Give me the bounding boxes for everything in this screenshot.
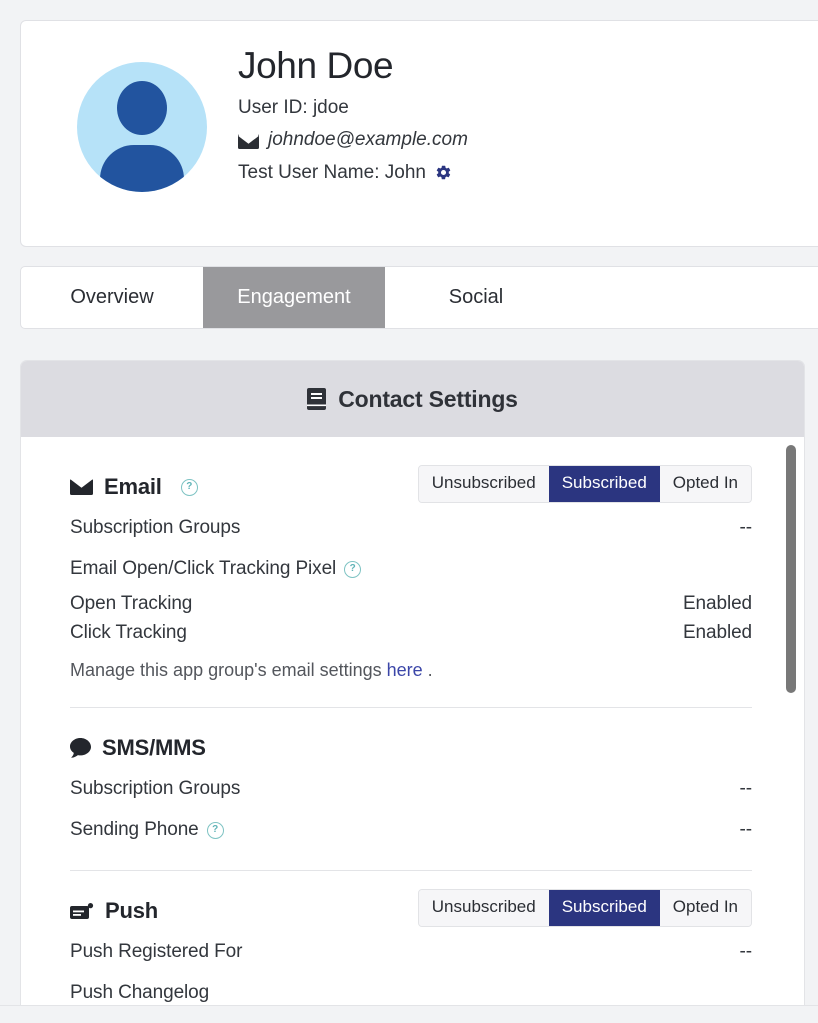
question-mark-icon[interactable]: ? (180, 478, 198, 496)
tab-social[interactable]: Social (385, 267, 567, 328)
open-tracking-value: Enabled (682, 593, 752, 614)
push-subscription-segmented-control: Unsubscribed Subscribed Opted In (417, 889, 752, 927)
section-email-label: Email (104, 474, 162, 499)
page-title: John Doe (238, 45, 394, 86)
avatar-body (100, 145, 184, 192)
section-sms-label: SMS/MMS (102, 735, 206, 760)
table-row: Push Changelog (70, 972, 752, 1005)
avatar-wrapper (72, 62, 212, 192)
divider (70, 707, 752, 708)
table-row: Push Registered For -- (70, 931, 752, 972)
test-user-name-line: Test User Name: John (238, 161, 468, 185)
sending-phone-label: Sending Phone ? (70, 819, 224, 841)
contact-settings-scroll-area[interactable]: Email ? Unsubscribed Subscribed Opted In… (21, 437, 804, 1005)
email-tracking-pixel-label: Email Open/Click Tracking Pixel ? (70, 558, 362, 580)
section-email-title: Email ? (70, 474, 198, 500)
click-tracking-value: Enabled (682, 622, 752, 643)
page-root: John Doe User ID: jdoe johndoe@example.c… (0, 0, 818, 1023)
contact-settings-panel: Contact Settings Email ? Unsubscribed Su… (20, 360, 805, 1005)
section-sms-title: SMS/MMS (70, 735, 206, 761)
envelope-icon (238, 132, 259, 150)
push-registered-for-value: -- (739, 941, 753, 962)
push-opted-in-button[interactable]: Opted In (659, 890, 751, 926)
vertical-scrollbar[interactable] (786, 437, 796, 1005)
table-row: Email Open/Click Tracking Pixel ? (70, 548, 752, 589)
contact-settings-header: Contact Settings (21, 361, 804, 437)
question-mark-icon[interactable]: ? (344, 560, 362, 578)
email-unsubscribed-button[interactable]: Unsubscribed (418, 466, 549, 502)
section-push-label: Push (105, 898, 158, 923)
user-avatar-icon (77, 62, 207, 192)
email-line: johndoe@example.com (238, 128, 468, 152)
email-subscription-segmented-control: Unsubscribed Subscribed Opted In (417, 465, 752, 503)
profile-card: John Doe User ID: jdoe johndoe@example.c… (20, 20, 818, 247)
section-push-title: Push (70, 898, 158, 924)
vertical-scrollbar-thumb[interactable] (786, 445, 796, 693)
email-settings-here-link[interactable]: here (387, 660, 423, 680)
divider (70, 870, 752, 871)
push-unsubscribed-button[interactable]: Unsubscribed (418, 890, 549, 926)
contact-settings-body: Email ? Unsubscribed Subscribed Opted In… (21, 437, 804, 1005)
tab-overview[interactable]: Overview (21, 267, 203, 328)
click-tracking-label: Click Tracking (70, 622, 187, 643)
email-subscription-groups-value: -- (739, 517, 753, 538)
email-settings-note-prefix: Manage this app group's email settings (70, 660, 387, 680)
push-registered-for-label: Push Registered For (70, 941, 243, 962)
user-id-line: User ID: jdoe (238, 96, 468, 120)
table-row: Click Tracking Enabled (70, 618, 752, 647)
address-book-icon (307, 388, 327, 410)
table-row: Subscription Groups -- (70, 507, 752, 548)
profile-tabs: Overview Engagement Social (20, 266, 818, 329)
email-subscription-groups-label: Subscription Groups (70, 517, 241, 538)
test-user-name-label: Test User Name: John (238, 161, 426, 183)
email-settings-note: Manage this app group's email settings h… (70, 647, 752, 687)
email-tracking-pixel-text: Email Open/Click Tracking Pixel (70, 558, 337, 579)
profile-info: John Doe User ID: jdoe johndoe@example.c… (238, 45, 468, 184)
table-row: Open Tracking Enabled (70, 589, 752, 618)
page-bottom-strip (0, 1005, 818, 1023)
user-id-label: User ID: jdoe (238, 97, 349, 119)
sending-phone-value: -- (739, 819, 753, 840)
sending-phone-text: Sending Phone (70, 819, 199, 840)
email-subscribed-button[interactable]: Subscribed (548, 466, 660, 502)
open-tracking-label: Open Tracking (70, 593, 193, 614)
table-row: Subscription Groups -- (70, 768, 752, 809)
section-push-header: Push Unsubscribed Subscribed Opted In (70, 889, 752, 931)
avatar-head (117, 81, 167, 135)
email-address: johndoe@example.com (268, 128, 468, 150)
push-notification-icon (70, 902, 94, 920)
tab-engagement[interactable]: Engagement (203, 267, 385, 328)
email-settings-note-suffix: . (422, 660, 433, 680)
section-email-header: Email ? Unsubscribed Subscribed Opted In (70, 465, 752, 507)
sms-subscription-groups-label: Subscription Groups (70, 778, 241, 799)
sms-subscription-groups-value: -- (739, 778, 753, 799)
table-row: Sending Phone ? -- (70, 809, 752, 850)
push-changelog-label: Push Changelog (70, 982, 210, 1003)
question-mark-icon[interactable]: ? (206, 821, 224, 839)
push-subscribed-button[interactable]: Subscribed (548, 890, 660, 926)
email-opted-in-button[interactable]: Opted In (659, 466, 751, 502)
contact-settings-title: Contact Settings (338, 385, 518, 412)
gear-icon[interactable] (435, 164, 452, 181)
section-sms-header: SMS/MMS (70, 728, 752, 768)
envelope-icon (70, 479, 93, 495)
chat-bubble-icon (70, 738, 91, 758)
